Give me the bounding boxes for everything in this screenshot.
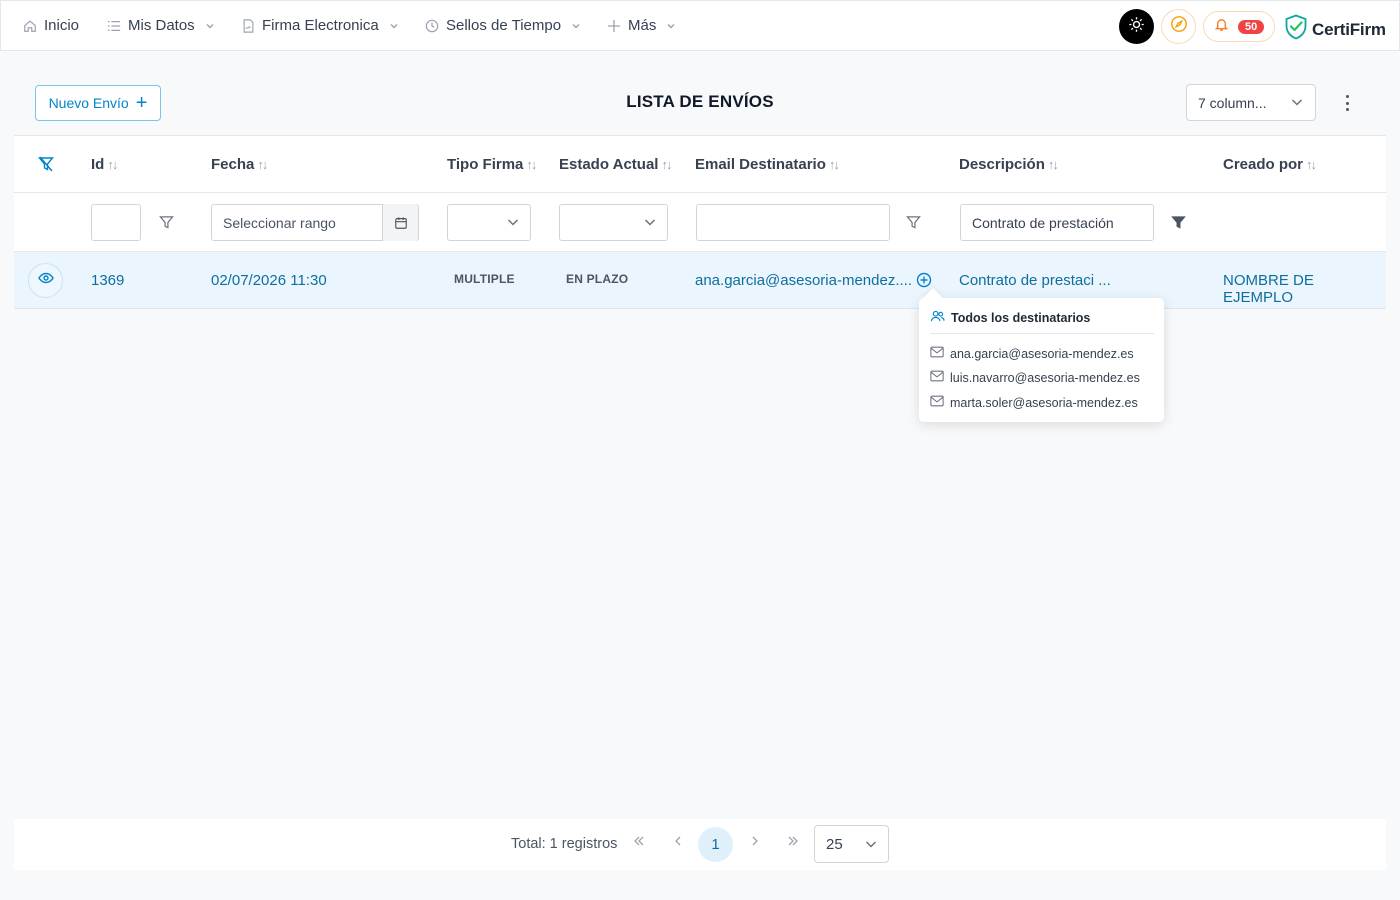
view-row-button[interactable] (28, 263, 63, 298)
column-header-creado-por[interactable]: Creado por ↑↓ (1223, 156, 1317, 173)
home-icon (23, 19, 37, 33)
shield-check-icon (1284, 14, 1308, 45)
page-button-current[interactable]: 1 (698, 827, 733, 862)
nav-item-label: Sellos de Tiempo (446, 17, 562, 34)
columns-select[interactable]: 7 column... (1186, 84, 1316, 121)
tipo-firma-select[interactable] (447, 204, 531, 241)
nav-item-label: Mis Datos (128, 17, 195, 34)
nav-item-inicio[interactable]: Inicio (23, 1, 79, 50)
nav-item-label: Inicio (44, 17, 80, 34)
cell-email: ana.garcia@asesoria-mendez.... (695, 272, 913, 289)
column-header-tipo-firma[interactable]: Tipo Firma ↑↓ (447, 156, 537, 173)
filter-icon[interactable] (904, 213, 922, 231)
calendar-icon[interactable] (382, 204, 418, 241)
file-signature-icon (242, 18, 255, 33)
column-header-descripcion[interactable]: Descripción ↑↓ (959, 156, 1059, 173)
filter-active-icon[interactable] (1169, 213, 1187, 231)
chevron-down-icon (666, 21, 676, 31)
cell-fecha: 02/07/2026 11:30 (211, 272, 327, 289)
top-navbar: Inicio Mis Datos Firma Electronica Sello… (0, 0, 1400, 51)
sort-icon: ↑↓ (1047, 157, 1059, 172)
estado-tag: EN PLAZO (566, 272, 629, 286)
clear-filters-icon[interactable] (38, 156, 54, 177)
popover-title: Todos los destinatarios (930, 310, 1090, 326)
column-header-email[interactable]: Email Destinatario ↑↓ (695, 156, 840, 173)
nav-item-label: Firma Electronica (262, 17, 379, 34)
filter-icon[interactable] (157, 213, 175, 231)
filter-row: Seleccionar rango Contrato de prestación (14, 193, 1386, 252)
more-options-icon[interactable] (1340, 93, 1354, 113)
total-records: Total: 1 registros (511, 836, 618, 852)
mail-icon (930, 370, 950, 385)
descripcion-filter-input[interactable]: Contrato de prestación (960, 204, 1154, 241)
nav-item-mis-datos[interactable]: Mis Datos (107, 1, 215, 50)
cell-id: 1369 (91, 272, 125, 289)
column-header-estado-actual[interactable]: Estado Actual ↑↓ (559, 156, 672, 173)
envios-table: Id ↑↓ Fecha ↑↓ Tipo Firma ↑↓ Estado Actual ↑… (14, 135, 1386, 309)
last-page-icon[interactable] (786, 834, 800, 851)
nav-item-label: Más (628, 17, 657, 34)
fecha-range-input[interactable]: Seleccionar rango (211, 204, 419, 241)
users-icon (930, 310, 951, 326)
chevron-down-icon (205, 21, 215, 31)
compass-icon (1170, 15, 1188, 38)
sort-icon: ↑↓ (107, 157, 118, 172)
sort-icon: ↑↓ (1306, 157, 1317, 172)
compass-button[interactable] (1161, 9, 1196, 44)
table-header-row: Id ↑↓ Fecha ↑↓ Tipo Firma ↑↓ Estado Actual ↑… (14, 136, 1386, 193)
id-filter-input[interactable] (91, 204, 141, 241)
brand-logo: CertiFirm (1284, 14, 1386, 45)
chevron-down-icon (389, 21, 399, 31)
notifications-button[interactable]: 50 (1203, 11, 1275, 42)
chevron-down-icon (506, 215, 520, 232)
sort-icon: ↑↓ (661, 157, 672, 172)
recipients-popover: Todos los destinatarios ana.garcia@aseso… (919, 288, 1164, 422)
mail-icon (930, 395, 950, 410)
cell-descripcion: Contrato de prestaci ... (959, 272, 1111, 289)
prev-page-icon[interactable] (671, 834, 685, 851)
per-page-select[interactable]: 25 (814, 825, 889, 863)
pagination-bar: Total: 1 registros 1 25 (14, 819, 1386, 870)
sort-icon: ↑↓ (526, 157, 537, 172)
plus-icon (607, 19, 621, 33)
list-icon (107, 19, 121, 33)
recipient-email: ana.garcia@asesoria-mendez.es (930, 346, 1134, 361)
mail-icon (930, 346, 950, 361)
chevron-down-icon (1290, 95, 1304, 112)
sort-icon: ↑↓ (828, 157, 840, 172)
column-header-id[interactable]: Id ↑↓ (91, 156, 118, 173)
nav-item-mas[interactable]: Más (607, 1, 676, 50)
tipo-firma-tag: MULTIPLE (454, 272, 515, 286)
notifications-badge: 50 (1238, 19, 1265, 34)
email-filter-input[interactable] (696, 204, 890, 241)
theme-toggle-button[interactable] (1119, 9, 1154, 44)
chevron-down-icon (571, 21, 581, 31)
chevron-down-icon (643, 215, 657, 232)
next-page-icon[interactable] (748, 834, 762, 851)
estado-actual-select[interactable] (559, 204, 668, 241)
fecha-range-placeholder: Seleccionar rango (223, 214, 336, 231)
column-header-fecha[interactable]: Fecha ↑↓ (211, 156, 268, 173)
clock-icon (425, 19, 439, 33)
sort-icon: ↑↓ (257, 157, 268, 172)
table-row[interactable]: 1369 02/07/2026 11:30 MULTIPLE EN PLAZO … (14, 252, 1386, 309)
columns-select-value: 7 column... (1198, 94, 1267, 111)
sun-icon (1128, 16, 1145, 38)
nav-item-sellos-de-tiempo[interactable]: Sellos de Tiempo (425, 1, 581, 50)
eye-icon (37, 270, 54, 291)
first-page-icon[interactable] (632, 834, 646, 851)
nav-item-firma-electronica[interactable]: Firma Electronica (242, 1, 399, 50)
brand-name: CertiFirm (1312, 19, 1386, 39)
cell-creado-por: NOMBRE DE EJEMPLO (1223, 272, 1314, 306)
recipient-email: luis.navarro@asesoria-mendez.es (930, 370, 1140, 385)
bell-icon (1214, 17, 1229, 37)
recipient-email: marta.soler@asesoria-mendez.es (930, 395, 1138, 410)
chevron-down-icon (864, 837, 878, 855)
